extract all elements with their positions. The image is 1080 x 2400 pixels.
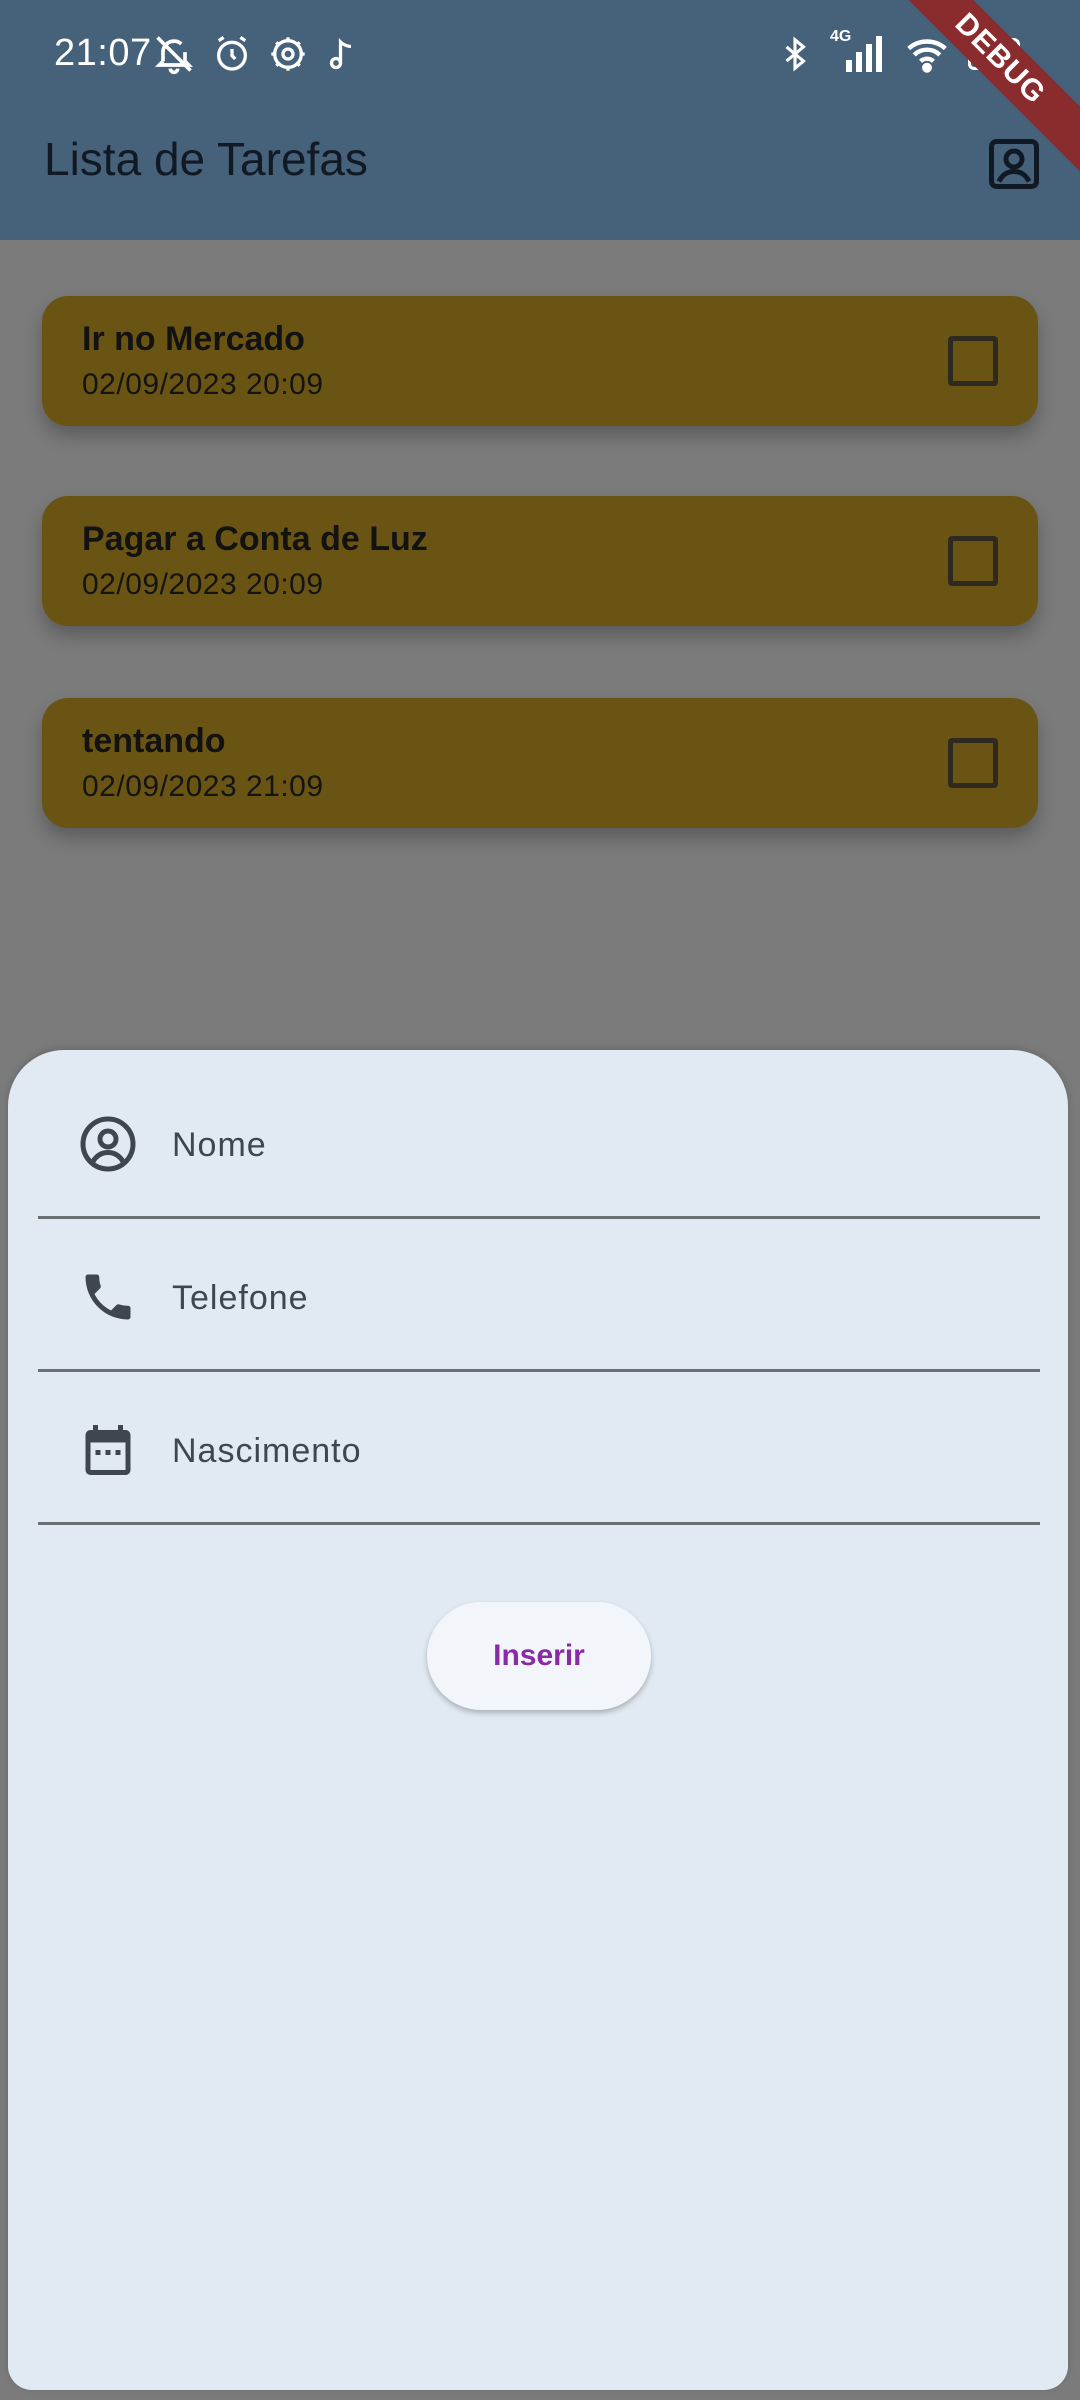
account-circle-icon xyxy=(78,1114,138,1174)
task-date: 02/09/2023 20:09 xyxy=(82,568,324,601)
status-time: 21:07 xyxy=(54,32,152,74)
music-note-icon xyxy=(324,32,360,76)
wifi-icon xyxy=(904,32,950,76)
app-bar: 21:07 4G Lista de Tarefas xyxy=(0,0,1080,240)
network-type: 4G xyxy=(830,28,852,45)
task-date: 02/09/2023 21:09 xyxy=(82,770,324,803)
task-checkbox[interactable] xyxy=(948,536,998,586)
cellular-4g-icon: 4G xyxy=(830,28,886,76)
birthdate-field[interactable] xyxy=(38,1370,1040,1525)
birthdate-input[interactable] xyxy=(170,1422,994,1480)
task-checkbox[interactable] xyxy=(948,738,998,788)
insert-button[interactable]: Inserir xyxy=(427,1602,651,1710)
bluetooth-icon xyxy=(778,32,812,76)
alarm-icon xyxy=(212,32,252,76)
contact-profile-icon xyxy=(989,139,1039,189)
phone-field[interactable] xyxy=(38,1217,1040,1372)
name-input[interactable] xyxy=(170,1116,994,1174)
task-title: Ir no Mercado xyxy=(82,320,305,358)
task-card[interactable]: Ir no Mercado 02/09/2023 20:09 xyxy=(42,296,1038,426)
task-title: tentando xyxy=(82,722,226,760)
settings-gear-icon xyxy=(268,32,308,76)
status-left-icons xyxy=(152,32,360,76)
calendar-icon xyxy=(78,1420,138,1480)
mute-bell-icon xyxy=(152,32,196,76)
task-card[interactable]: tentando 02/09/2023 21:09 xyxy=(42,698,1038,828)
task-date: 02/09/2023 20:09 xyxy=(82,368,324,401)
name-field[interactable] xyxy=(38,1064,1040,1219)
task-card[interactable]: Pagar a Conta de Luz 02/09/2023 20:09 xyxy=(42,496,1038,626)
phone-icon xyxy=(78,1267,138,1327)
phone-input[interactable] xyxy=(170,1269,994,1327)
contact-profile-button[interactable] xyxy=(984,134,1044,194)
task-title: Pagar a Conta de Luz xyxy=(82,520,428,558)
status-bar: 21:07 4G xyxy=(0,0,1080,110)
bottom-sheet: Inserir xyxy=(8,1050,1068,2390)
page-title: Lista de Tarefas xyxy=(44,133,368,185)
task-checkbox[interactable] xyxy=(948,336,998,386)
